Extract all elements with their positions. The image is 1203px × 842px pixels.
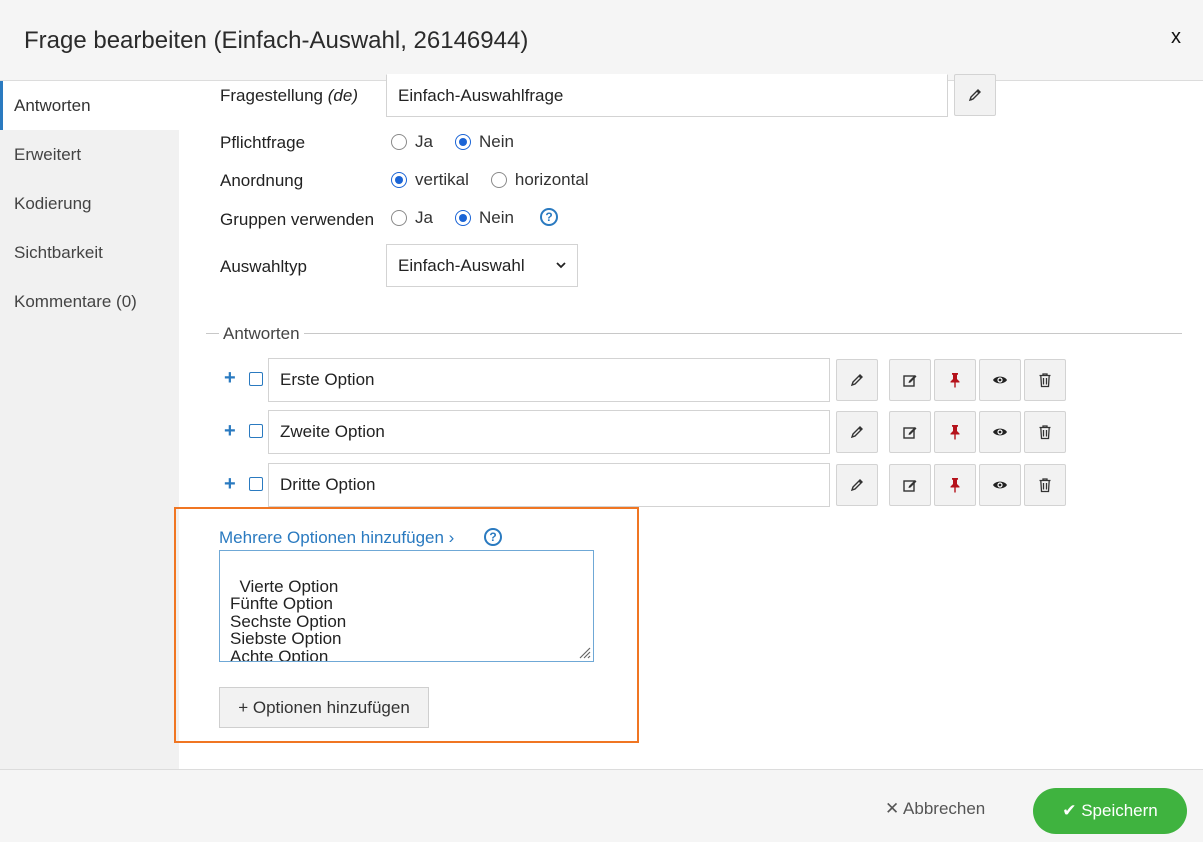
type-select-value: Einfach-Auswahl — [398, 255, 525, 275]
required-option-ja[interactable]: Ja — [391, 132, 433, 152]
option-edit-button[interactable] — [889, 359, 931, 401]
groups-option-ja[interactable]: Ja — [391, 208, 433, 228]
eye-icon — [993, 376, 1007, 384]
pin-icon — [950, 425, 960, 440]
trash-icon — [1039, 478, 1051, 493]
layout-option-horizontal[interactable]: horizontal — [490, 170, 589, 190]
sidebar-item-sichtbarkeit[interactable]: Sichtbarkeit — [0, 228, 179, 277]
option-translate-button[interactable] — [836, 359, 878, 401]
eye-icon — [993, 428, 1007, 436]
option-edit-button[interactable] — [889, 464, 931, 506]
edit-icon — [903, 480, 917, 492]
option-edit-button[interactable] — [889, 411, 931, 453]
layout-option-vertikal[interactable]: vertikal — [391, 170, 469, 190]
pencil-icon — [850, 374, 863, 387]
groups-radio-group: Ja Nein — [391, 208, 536, 228]
radio-label: Nein — [478, 208, 514, 227]
option-visibility-button[interactable] — [979, 464, 1021, 506]
radio-label: Nein — [478, 132, 514, 151]
add-option-button[interactable]: + — [224, 367, 236, 390]
required-label: Pflichtfrage — [220, 133, 306, 152]
add-option-button[interactable]: + — [224, 473, 236, 496]
sidebar-item-antworten[interactable]: Antworten — [0, 81, 179, 130]
option-input[interactable]: Zweite Option — [268, 410, 830, 454]
bulk-options-textarea[interactable]: Vierte Option Fünfte Option Sechste Opti… — [219, 550, 594, 662]
radio-button[interactable] — [391, 172, 407, 188]
radio-button[interactable] — [454, 210, 471, 226]
layout-radio-group: vertikal horizontal — [391, 170, 611, 190]
option-checkbox[interactable] — [249, 424, 263, 438]
radio-label: vertikal — [415, 170, 469, 189]
eye-icon — [993, 481, 1007, 489]
option-translate-button[interactable] — [836, 411, 878, 453]
resize-handle-icon[interactable] — [577, 645, 591, 659]
dialog-title: Frage bearbeiten (Einfach-Auswahl, 26146… — [24, 27, 529, 54]
option-pin-button[interactable] — [934, 359, 976, 401]
option-visibility-button[interactable] — [979, 359, 1021, 401]
question-label-text: Fragestellung — [220, 86, 324, 105]
add-options-button[interactable]: + Optionen hinzufügen — [219, 687, 429, 728]
option-pin-button[interactable] — [934, 411, 976, 453]
radio-button[interactable] — [454, 134, 471, 150]
edit-icon — [903, 375, 917, 387]
option-delete-button[interactable] — [1024, 411, 1066, 453]
radio-button[interactable] — [391, 210, 407, 226]
help-icon[interactable]: ? — [484, 528, 502, 546]
answers-legend: Antworten — [219, 324, 304, 344]
close-button[interactable]: x — [1171, 26, 1181, 49]
cancel-button[interactable]: ✕ Abbrechen — [885, 794, 985, 824]
dialog-header: Frage bearbeiten (Einfach-Auswahl, 26146… — [0, 0, 1203, 81]
question-translate-button[interactable] — [954, 74, 996, 116]
option-input[interactable]: Erste Option — [268, 358, 830, 402]
sidebar-item-kommentare[interactable]: Kommentare (0) — [0, 277, 179, 326]
chevron-down-icon — [556, 262, 566, 269]
option-delete-button[interactable] — [1024, 359, 1066, 401]
sidebar-item-kodierung[interactable]: Kodierung — [0, 179, 179, 228]
bulk-add-link[interactable]: Mehrere Optionen hinzufügen › — [219, 528, 454, 548]
groups-option-nein[interactable]: Nein — [454, 208, 514, 228]
sidebar-item-erweitert[interactable]: Erweitert — [0, 130, 179, 179]
question-lang: (de) — [327, 86, 358, 105]
edit-icon — [903, 427, 917, 439]
radio-button[interactable] — [490, 172, 507, 188]
groups-label: Gruppen verwenden — [220, 210, 375, 229]
option-delete-button[interactable] — [1024, 464, 1066, 506]
save-button[interactable]: ✔ Speichern — [1033, 788, 1187, 834]
answers-divider — [206, 333, 1182, 334]
sidebar: Antworten Erweitert Kodierung Sichtbarke… — [0, 81, 179, 769]
trash-icon — [1039, 425, 1051, 440]
radio-label: Ja — [415, 132, 433, 151]
pencil-icon — [850, 479, 863, 492]
radio-button[interactable] — [391, 134, 407, 150]
radio-label: Ja — [415, 208, 433, 227]
required-radio-group: Ja Nein — [391, 132, 536, 152]
option-input[interactable]: Dritte Option — [268, 463, 830, 507]
option-checkbox[interactable] — [249, 477, 263, 491]
help-icon[interactable]: ? — [540, 208, 558, 226]
option-visibility-button[interactable] — [979, 411, 1021, 453]
bulk-options-text: Vierte Option Fünfte Option Sechste Opti… — [230, 576, 347, 662]
pin-icon — [950, 373, 960, 388]
option-translate-button[interactable] — [836, 464, 878, 506]
type-select[interactable]: Einfach-Auswahl — [386, 244, 578, 287]
pencil-icon — [850, 426, 863, 439]
add-option-button[interactable]: + — [224, 420, 236, 443]
required-option-nein[interactable]: Nein — [454, 132, 514, 152]
pin-icon — [950, 478, 960, 493]
dialog-footer: ✕ Abbrechen ✔ Speichern — [0, 769, 1203, 842]
question-label: Fragestellung (de) — [220, 86, 358, 106]
type-label: Auswahltyp — [220, 257, 307, 276]
layout-label: Anordnung — [220, 171, 304, 190]
trash-icon — [1039, 373, 1051, 388]
question-input[interactable]: Einfach-Auswahlfrage — [386, 74, 948, 117]
option-pin-button[interactable] — [934, 464, 976, 506]
option-checkbox[interactable] — [249, 372, 263, 386]
radio-label: horizontal — [514, 170, 589, 189]
pencil-icon — [968, 89, 981, 102]
